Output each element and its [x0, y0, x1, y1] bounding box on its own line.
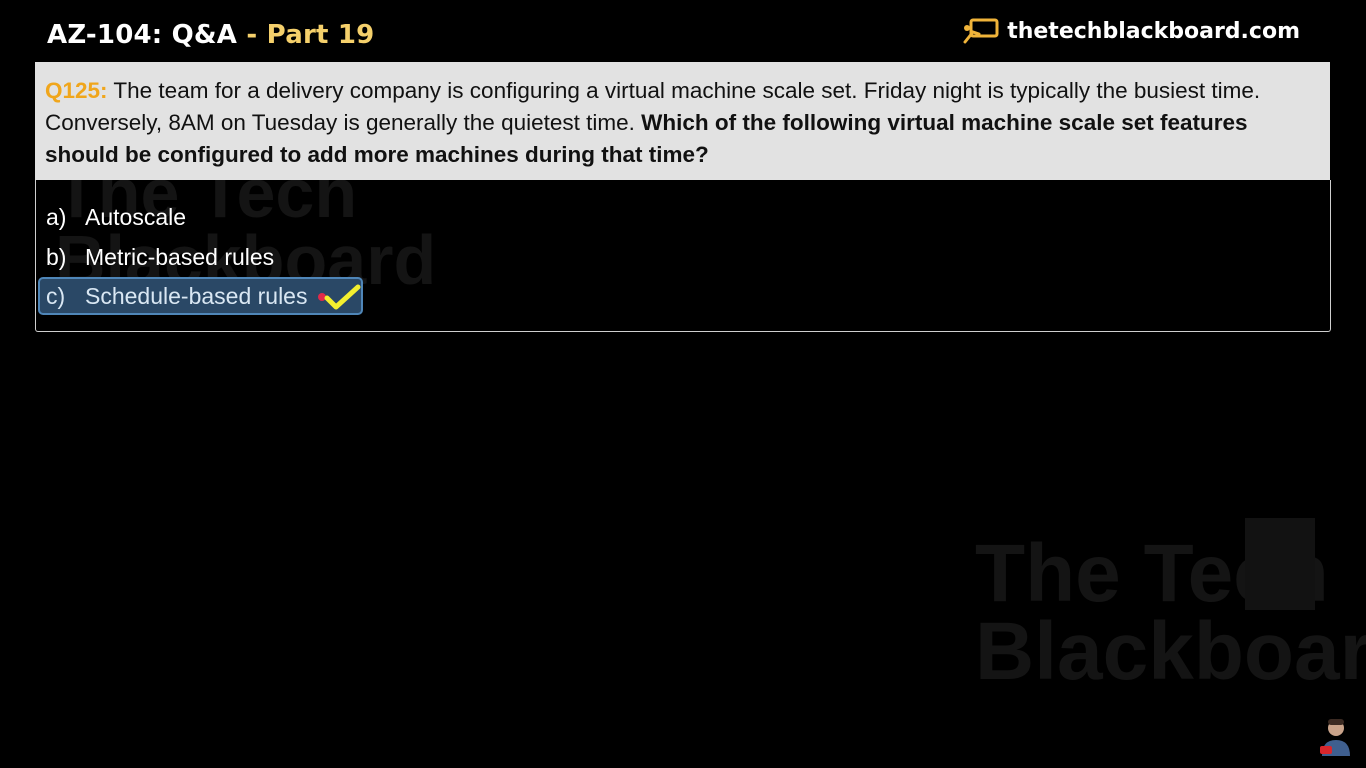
- option-c-correct[interactable]: c) Schedule-based rules: [38, 277, 363, 315]
- option-letter: b): [46, 243, 67, 270]
- watermark-board-icon: [1245, 518, 1315, 610]
- video-frame: The Tech Blackboard The Tech Blackboard …: [0, 0, 1366, 768]
- brand-logo: thetechblackboard.com: [963, 18, 1300, 44]
- question-number: Q125:: [45, 78, 108, 103]
- title-separator: -: [246, 20, 258, 50]
- checkmark-icon: [318, 282, 364, 318]
- option-a[interactable]: a) Autoscale: [38, 198, 186, 236]
- brand-text: thetechblackboard.com: [1007, 18, 1300, 44]
- option-label: Metric-based rules: [85, 243, 275, 270]
- option-label: Autoscale: [85, 203, 187, 230]
- option-label: Schedule-based rules: [85, 282, 308, 309]
- presenter-avatar: [1318, 716, 1354, 756]
- option-b[interactable]: b) Metric-based rules: [38, 238, 274, 276]
- chalkboard-icon: [963, 18, 999, 44]
- option-letter: a): [46, 203, 67, 230]
- title-part: Part 19: [266, 20, 375, 50]
- question-box: Q125: The team for a delivery company is…: [35, 62, 1330, 180]
- title-text: AZ-104: Q&A: [47, 20, 238, 50]
- option-letter: c): [46, 282, 66, 309]
- video-title: AZ-104: Q&A - Part 19: [47, 20, 374, 50]
